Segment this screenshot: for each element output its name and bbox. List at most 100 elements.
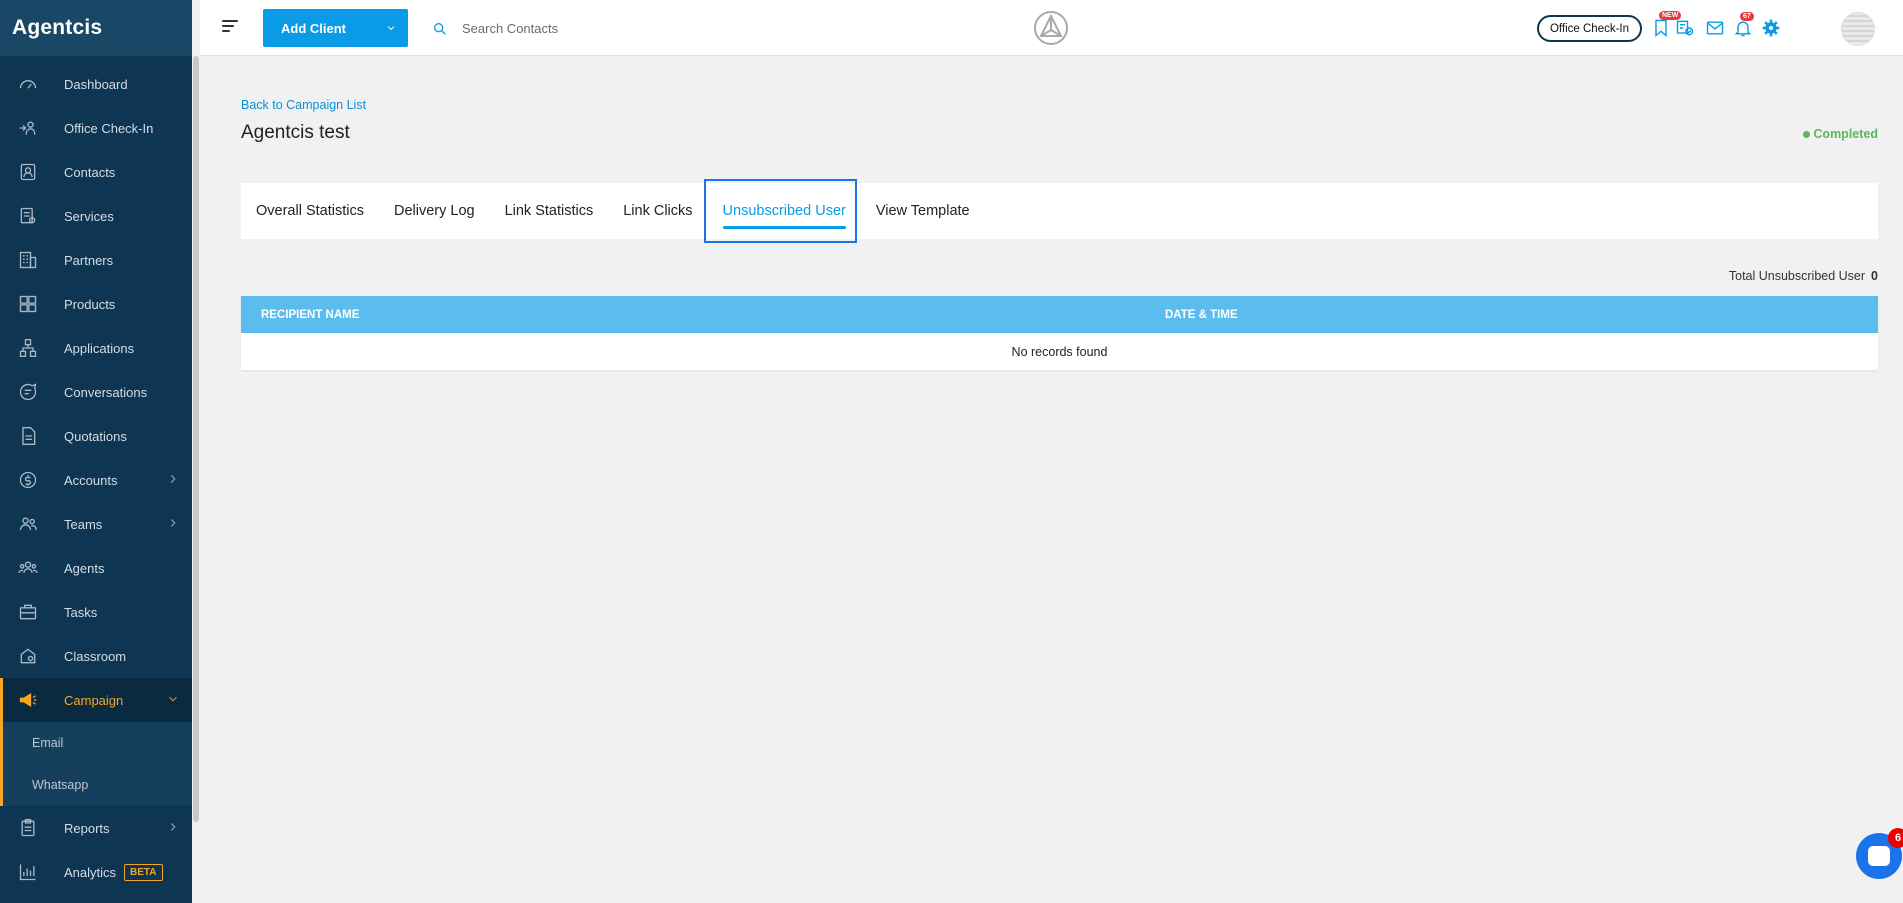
sidebar-nav: Dashboard Office Check-In Contacts Servi… — [0, 56, 192, 722]
column-header-date-time[interactable]: DATE & TIME — [1165, 309, 1878, 321]
tab-unsubscribed-user[interactable]: Unsubscribed User — [703, 179, 857, 243]
sidebar-item-office-check-in[interactable]: Office Check-In — [0, 106, 192, 150]
add-client-label: Add Client — [281, 20, 346, 36]
sidebar-item-accounts[interactable]: Accounts — [0, 458, 192, 502]
applications-icon — [16, 336, 40, 360]
whats-new-icon[interactable]: NEW — [1651, 11, 1682, 40]
sidebar-item-label: Quotations — [64, 428, 127, 444]
sidebar-item-label: Reports — [64, 820, 110, 836]
search-contacts-input[interactable] — [462, 16, 722, 40]
menu-toggle-icon[interactable] — [222, 20, 240, 36]
company-logo-icon — [1033, 10, 1069, 46]
conversations-icon — [16, 380, 40, 404]
sidebar-item-conversations[interactable]: Conversations — [0, 370, 192, 414]
tab-overall-statistics[interactable]: Overall Statistics — [256, 183, 364, 239]
partners-icon — [16, 248, 40, 272]
products-icon — [16, 292, 40, 316]
chevron-down-icon[interactable] — [166, 692, 180, 706]
tab-delivery-log[interactable]: Delivery Log — [394, 183, 475, 239]
tab-view-template[interactable]: View Template — [876, 183, 970, 239]
sidebar-item-label: Dashboard — [64, 76, 128, 92]
sidebar: Agentcis Dashboard Office Check-In Conta… — [0, 0, 200, 903]
chevron-right-icon[interactable] — [166, 472, 180, 486]
total-unsubscribed-value: 0 — [1871, 269, 1878, 283]
brand-logo[interactable]: Agentcis — [0, 0, 192, 56]
unsubscribed-users-table: RECIPIENT NAME DATE & TIME No records fo… — [241, 296, 1878, 370]
sidebar-item-services[interactable]: Services — [0, 194, 192, 238]
reports-icon — [16, 816, 40, 840]
sidebar-item-products[interactable]: Products — [0, 282, 192, 326]
sidebar-item-label: Services — [64, 208, 114, 224]
chat-icon — [1868, 846, 1890, 866]
sidebar-item-label: Conversations — [64, 384, 148, 400]
sidebar-item-label: Applications — [64, 340, 135, 356]
column-header-recipient-name[interactable]: RECIPIENT NAME — [241, 309, 1165, 321]
megaphone-icon — [16, 688, 40, 712]
back-to-campaign-list-link[interactable]: Back to Campaign List — [241, 98, 366, 112]
chevron-right-icon[interactable] — [166, 820, 180, 834]
sidebar-item-teams[interactable]: Teams — [0, 502, 192, 546]
office-check-in-button[interactable]: Office Check-In — [1537, 15, 1642, 42]
campaign-tabs: Overall Statistics Delivery Log Link Sta… — [241, 179, 1878, 243]
page-title: Agentcis test — [241, 122, 350, 143]
status-dot-icon — [1803, 130, 1811, 138]
sidebar-item-label: Classroom — [64, 648, 127, 664]
status-label: Completed — [1813, 127, 1878, 141]
sidebar-item-label: Contacts — [64, 164, 116, 180]
sidebar-item-dashboard[interactable]: Dashboard — [0, 62, 192, 106]
chevron-right-icon[interactable] — [166, 516, 180, 530]
sidebar-item-label: Accounts — [64, 472, 118, 488]
table-header: RECIPIENT NAME DATE & TIME — [241, 296, 1878, 333]
agents-icon — [16, 556, 40, 580]
total-unsubscribed-summary: Total Unsubscribed User 0 — [1729, 269, 1878, 283]
notification-count-badge: 67 — [1740, 12, 1754, 21]
sidebar-scrollbar-thumb[interactable] — [193, 56, 199, 822]
sidebar-item-classroom[interactable]: Classroom — [0, 634, 192, 678]
sidebar-item-label: Partners — [64, 252, 114, 268]
sidebar-item-applications[interactable]: Applications — [0, 326, 192, 370]
mail-icon[interactable] — [1705, 18, 1727, 40]
user-avatar[interactable] — [1841, 12, 1875, 46]
tab-link-clicks[interactable]: Link Clicks — [623, 183, 692, 239]
sidebar-item-contacts[interactable]: Contacts — [0, 150, 192, 194]
analytics-icon — [16, 860, 40, 884]
checkin-icon — [16, 116, 40, 140]
quotations-icon — [16, 424, 40, 448]
beta-badge: BETA — [124, 863, 163, 881]
sidebar-item-partners[interactable]: Partners — [0, 238, 192, 282]
chevron-down-icon[interactable] — [374, 9, 408, 47]
sidebar-item-label: Products — [64, 296, 116, 312]
classroom-icon — [16, 644, 40, 668]
sidebar-item-quotations[interactable]: Quotations — [0, 414, 192, 458]
sidebar-item-label: Agents — [64, 560, 105, 576]
sidebar-item-reports[interactable]: Reports — [0, 806, 192, 850]
task-check-icon[interactable] — [1675, 18, 1697, 40]
sidebar-item-label: Office Check-In — [64, 120, 154, 136]
total-unsubscribed-label: Total Unsubscribed User — [1728, 269, 1866, 283]
sidebar-item-label: Tasks — [64, 604, 98, 620]
tasks-icon — [16, 600, 40, 624]
sidebar-subitem-whatsapp[interactable]: Whatsapp — [3, 764, 192, 806]
search-icon[interactable] — [432, 21, 448, 37]
sidebar-item-label: Analytics — [64, 864, 117, 880]
notification-bell-icon[interactable]: 67 — [1733, 12, 1755, 40]
sidebar-item-label: Campaign — [64, 692, 124, 708]
services-icon — [16, 204, 40, 228]
sidebar-nav-bottom: Reports Analytics BETA — [0, 806, 192, 894]
add-client-button[interactable]: Add Client — [263, 9, 408, 47]
contacts-icon — [16, 160, 40, 184]
status-badge: Completed — [1803, 127, 1878, 141]
dashboard-icon — [16, 72, 40, 96]
chat-unread-badge: 6 — [1888, 828, 1903, 848]
sidebar-item-label: Teams — [64, 516, 103, 532]
sidebar-item-analytics[interactable]: Analytics BETA — [0, 850, 192, 894]
sidebar-item-campaign[interactable]: Campaign — [0, 678, 192, 722]
teams-icon — [16, 512, 40, 536]
empty-state-text: No records found — [1011, 344, 1108, 359]
sidebar-subitem-email[interactable]: Email — [3, 722, 192, 764]
sidebar-item-agents[interactable]: Agents — [0, 546, 192, 590]
gear-icon[interactable] — [1761, 18, 1783, 40]
campaign-submenu: Email Whatsapp — [0, 722, 192, 806]
tab-link-statistics[interactable]: Link Statistics — [505, 183, 594, 239]
sidebar-item-tasks[interactable]: Tasks — [0, 590, 192, 634]
